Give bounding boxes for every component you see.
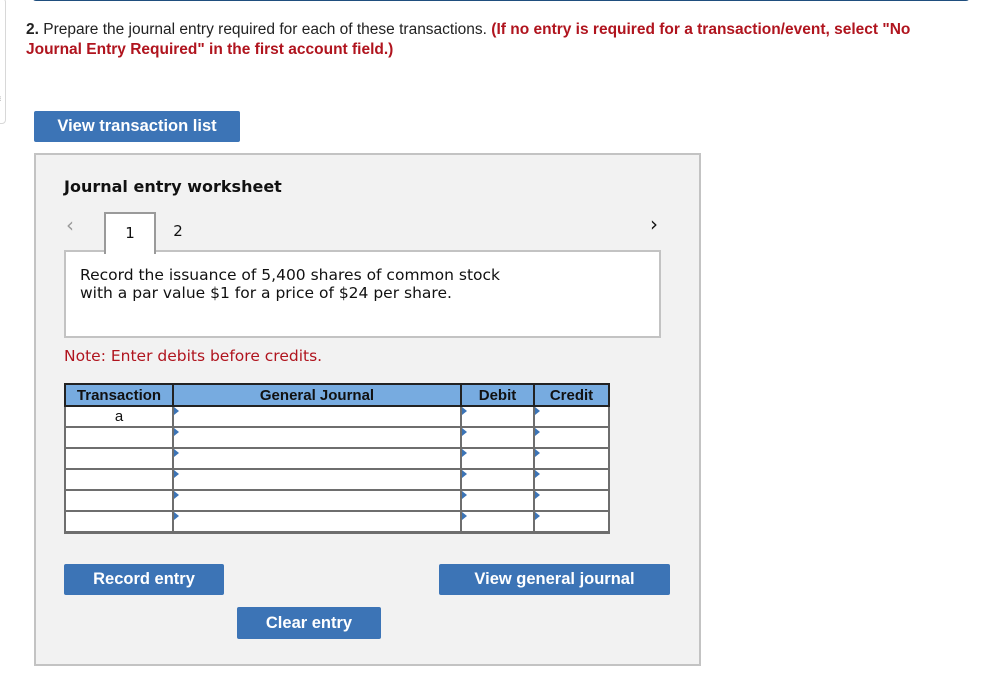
table-row bbox=[64, 447, 610, 470]
debit-input[interactable] bbox=[462, 449, 533, 468]
credit-input-cell[interactable] bbox=[533, 447, 610, 470]
account-select-cell[interactable] bbox=[172, 510, 462, 534]
input-marker-icon bbox=[462, 449, 467, 457]
side-panel-toggle[interactable]: ≡ bbox=[0, 0, 6, 124]
debit-input-cell[interactable] bbox=[460, 468, 535, 491]
question-number: 2. bbox=[26, 21, 39, 38]
debit-input-cell[interactable] bbox=[460, 426, 535, 449]
question-prompt: 2. Prepare the journal entry required fo… bbox=[26, 20, 966, 60]
description-line-2: with a par value $1 for a price of $24 p… bbox=[80, 284, 452, 302]
input-marker-icon bbox=[462, 491, 467, 499]
dropdown-marker-icon bbox=[174, 491, 179, 499]
credit-input[interactable] bbox=[535, 449, 608, 468]
journal-entry-worksheet: Journal entry worksheet ‹ 1 2 › Record t… bbox=[34, 153, 701, 666]
credit-input-cell[interactable] bbox=[533, 405, 610, 428]
debit-input[interactable] bbox=[462, 428, 533, 447]
account-select-cell[interactable] bbox=[172, 426, 462, 449]
credit-input-cell[interactable] bbox=[533, 426, 610, 449]
table-row: a bbox=[64, 405, 610, 428]
account-select-cell[interactable] bbox=[172, 447, 462, 470]
record-entry-button[interactable]: Record entry bbox=[64, 564, 224, 595]
chevron-left-icon[interactable]: ‹ bbox=[66, 213, 74, 237]
transaction-cell bbox=[64, 447, 174, 470]
debit-input-cell[interactable] bbox=[460, 405, 535, 428]
question-text: Prepare the journal entry required for e… bbox=[43, 21, 487, 38]
dropdown-marker-icon bbox=[174, 449, 179, 457]
column-header-credit: Credit bbox=[533, 383, 610, 407]
input-marker-icon bbox=[462, 470, 467, 478]
account-input[interactable] bbox=[174, 470, 460, 489]
journal-entry-table: Transaction General Journal Debit Credit… bbox=[64, 383, 610, 534]
input-marker-icon bbox=[462, 428, 467, 436]
dropdown-marker-icon bbox=[174, 407, 179, 415]
input-marker-icon bbox=[462, 512, 467, 520]
credit-input[interactable] bbox=[535, 512, 608, 531]
input-marker-icon bbox=[535, 428, 540, 436]
view-general-journal-button[interactable]: View general journal bbox=[439, 564, 670, 595]
table-row bbox=[64, 510, 610, 534]
account-input[interactable] bbox=[174, 491, 460, 510]
credit-input[interactable] bbox=[535, 470, 608, 489]
tab-transaction-1[interactable]: 1 bbox=[104, 212, 156, 254]
worksheet-title: Journal entry worksheet bbox=[64, 177, 282, 196]
input-marker-icon bbox=[535, 512, 540, 520]
description-line-1: Record the issuance of 5,400 shares of c… bbox=[80, 266, 501, 284]
transaction-cell: a bbox=[64, 405, 174, 428]
account-select-cell[interactable] bbox=[172, 405, 462, 428]
debit-input[interactable] bbox=[462, 491, 533, 510]
view-transaction-list-button[interactable]: View transaction list bbox=[34, 111, 240, 142]
table-row bbox=[64, 426, 610, 449]
transaction-cell bbox=[64, 426, 174, 449]
column-header-transaction: Transaction bbox=[64, 383, 174, 407]
input-marker-icon bbox=[535, 491, 540, 499]
transaction-cell bbox=[64, 468, 174, 491]
account-select-cell[interactable] bbox=[172, 489, 462, 512]
dropdown-marker-icon bbox=[174, 470, 179, 478]
transaction-cell bbox=[64, 489, 174, 512]
top-banner-bar bbox=[32, 0, 970, 1]
table-row bbox=[64, 489, 610, 512]
credit-input-cell[interactable] bbox=[533, 510, 610, 534]
table-row bbox=[64, 468, 610, 491]
debit-input[interactable] bbox=[462, 470, 533, 489]
transaction-cell bbox=[64, 510, 174, 534]
transaction-description: Record the issuance of 5,400 shares of c… bbox=[80, 266, 640, 302]
debit-input[interactable] bbox=[462, 407, 533, 426]
debit-input-cell[interactable] bbox=[460, 510, 535, 534]
tab-transaction-2[interactable]: 2 bbox=[154, 212, 202, 251]
debit-input-cell[interactable] bbox=[460, 447, 535, 470]
input-marker-icon bbox=[535, 449, 540, 457]
column-header-debit: Debit bbox=[460, 383, 535, 407]
account-input[interactable] bbox=[174, 407, 460, 426]
debit-credit-note: Note: Enter debits before credits. bbox=[64, 347, 323, 365]
chevron-right-icon[interactable]: › bbox=[650, 212, 658, 236]
column-header-general-journal: General Journal bbox=[172, 383, 462, 407]
input-marker-icon bbox=[462, 407, 467, 415]
table-header-row: Transaction General Journal Debit Credit bbox=[64, 383, 610, 407]
credit-input[interactable] bbox=[535, 428, 608, 447]
account-input[interactable] bbox=[174, 428, 460, 447]
credit-input-cell[interactable] bbox=[533, 468, 610, 491]
debit-input[interactable] bbox=[462, 512, 533, 531]
input-marker-icon bbox=[535, 407, 540, 415]
credit-input-cell[interactable] bbox=[533, 489, 610, 512]
menu-icon: ≡ bbox=[0, 95, 1, 105]
clear-entry-button[interactable]: Clear entry bbox=[237, 607, 381, 639]
debit-input-cell[interactable] bbox=[460, 489, 535, 512]
credit-input[interactable] bbox=[535, 407, 608, 426]
dropdown-marker-icon bbox=[174, 428, 179, 436]
credit-input[interactable] bbox=[535, 491, 608, 510]
account-input[interactable] bbox=[174, 512, 460, 531]
transaction-description-box: Record the issuance of 5,400 shares of c… bbox=[64, 250, 661, 338]
account-select-cell[interactable] bbox=[172, 468, 462, 491]
input-marker-icon bbox=[535, 470, 540, 478]
dropdown-marker-icon bbox=[174, 512, 179, 520]
account-input[interactable] bbox=[174, 449, 460, 468]
